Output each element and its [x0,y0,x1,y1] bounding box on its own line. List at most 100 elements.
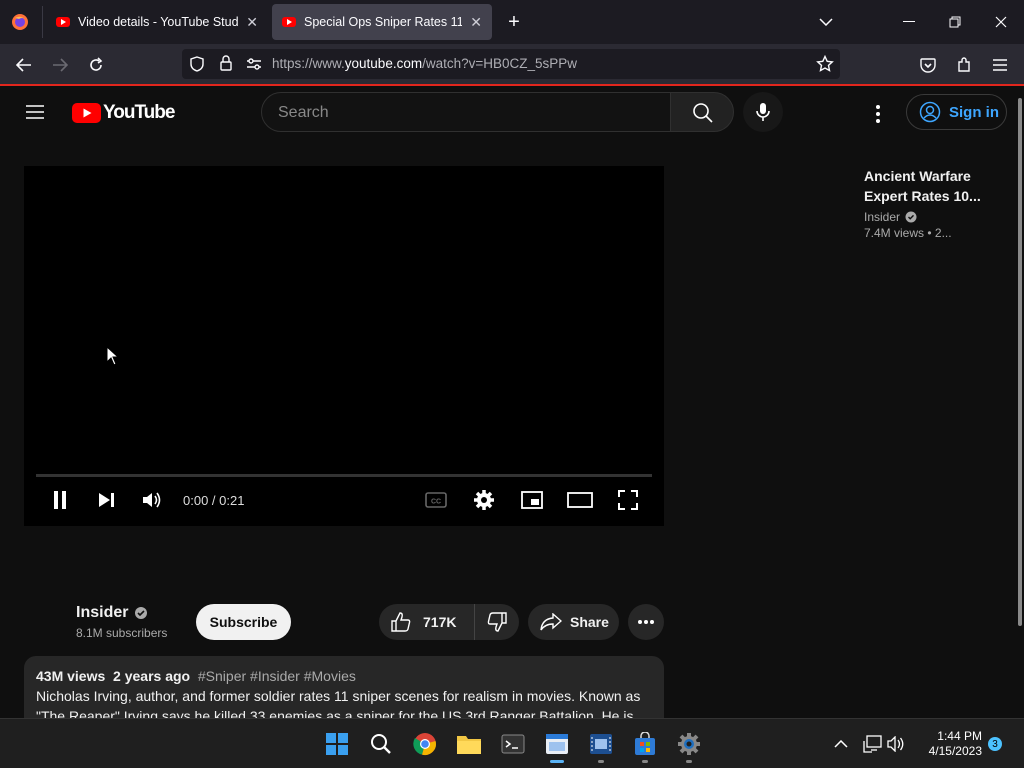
share-button[interactable]: Share [528,604,619,640]
terminal-app[interactable] [500,731,526,757]
progress-bar[interactable] [36,474,652,477]
description-box[interactable]: 43M views 2 years ago #Sniper #Insider #… [24,656,664,718]
tracking-shield-icon[interactable] [190,56,204,77]
forward-icon[interactable] [48,53,72,77]
clock-date: 4/15/2023 [928,744,982,758]
guide-menu-icon[interactable] [24,101,48,125]
thumbs-down-icon [487,612,507,632]
youtube-logo[interactable]: YouTube [72,102,175,124]
tab-divider [42,6,43,38]
related-channel-name: Insider [864,210,901,224]
restore-icon[interactable] [943,10,967,34]
next-button[interactable] [94,488,118,512]
subscribe-label: Subscribe [209,614,278,630]
related-video-title: Ancient Warfare Expert Rates 10... [864,168,981,204]
subscribe-button[interactable]: Subscribe [196,604,291,640]
bookmark-star-icon[interactable] [816,54,834,78]
account-icon [919,101,941,123]
running-app-indicator [686,760,692,763]
theater-mode-button[interactable] [566,488,594,512]
new-tab-icon[interactable]: + [502,10,526,34]
chrome-icon [413,733,436,755]
settings-more-icon[interactable] [866,102,890,126]
theater-mode-icon [567,492,593,508]
miniplayer-icon [521,491,543,509]
microphone-icon [756,103,770,121]
folder-icon [457,736,481,754]
tab-title: Video details - YouTube Studio [78,15,239,29]
file-explorer-app[interactable] [456,731,482,757]
search-button[interactable] [670,92,734,132]
related-channel-row: Insider [864,210,1004,224]
like-count: 717K [423,614,457,630]
miniplayer-button[interactable] [520,488,544,512]
search-icon [693,103,713,123]
tab-active-video[interactable]: Special Ops Sniper Rates 11 Sniper ✕ [272,4,492,40]
volume-tray-icon[interactable] [884,731,910,757]
store-app[interactable] [632,731,658,763]
gear-icon [678,733,700,755]
youtube-favicon-icon [56,17,70,27]
clock-time: 1:44 PM [937,729,982,743]
channel-name-link[interactable]: Insider [76,604,148,622]
subscriber-count: 8.1M subscribers [76,626,168,640]
browser-nav-bar: https://www.youtube.com/watch?v=HB0CZ_5s… [0,44,1024,86]
scrollbar-thumb[interactable] [1018,98,1022,626]
tab-close-icon[interactable]: ✕ [470,14,482,31]
video-editor-app[interactable] [588,731,614,763]
mute-button[interactable] [140,488,164,512]
like-button[interactable]: 717K [379,604,475,640]
start-button[interactable] [324,731,350,757]
pause-button[interactable] [48,488,72,512]
volume-icon [143,492,161,508]
upload-age: 2 years ago [113,668,191,684]
firefox-app-window[interactable] [544,731,570,763]
firefox-menu-icon[interactable] [8,10,32,34]
search-input[interactable]: Search [261,92,671,132]
tray-overflow-chevron-icon[interactable] [828,731,854,757]
taskbar-search-button[interactable] [368,731,394,757]
network-icon[interactable] [860,731,886,757]
more-actions-button[interactable] [628,604,664,640]
reload-icon[interactable] [84,53,108,77]
app-menu-icon[interactable] [988,53,1012,77]
page-scrollbar[interactable] [1016,88,1024,718]
verified-badge-icon [135,607,148,619]
system-clock[interactable]: 1:44 PM 4/15/2023 [912,729,982,759]
back-icon[interactable] [12,53,36,77]
extensions-icon[interactable] [952,53,976,77]
dislike-button[interactable] [475,604,519,640]
video-player[interactable]: 0:00 / 0:21 CC [24,166,664,526]
settings-button[interactable] [472,488,496,512]
sign-in-button[interactable]: Sign in [906,94,1007,130]
tab-list-chevron-icon[interactable] [814,10,838,34]
browser-tab-strip: Video details - YouTube Studio ✕ Special… [0,0,1024,44]
film-icon [590,734,612,754]
next-icon [99,493,114,507]
thumbs-up-icon [391,612,411,632]
verified-badge-icon [905,211,917,223]
permissions-icon[interactable] [246,57,262,76]
address-bar[interactable]: https://www.youtube.com/watch?v=HB0CZ_5s… [182,49,840,79]
related-video-item[interactable]: Ancient Warfare Expert Rates 10... Insid… [864,166,1004,240]
minimize-icon[interactable] [897,10,921,34]
like-dislike-group: 717K [379,604,519,640]
terminal-icon [501,734,525,754]
chrome-app[interactable] [412,731,438,757]
voice-search-button[interactable] [743,92,783,132]
close-window-icon[interactable] [989,10,1013,34]
url-text[interactable]: https://www.youtube.com/watch?v=HB0CZ_5s… [272,56,577,71]
hashtags[interactable]: #Sniper #Insider #Movies [198,668,356,684]
tab-video-details[interactable]: Video details - YouTube Studio ✕ [46,4,268,40]
notification-badge[interactable]: 3 [988,737,1002,751]
pocket-icon[interactable] [916,53,940,77]
tab-title: Special Ops Sniper Rates 11 Sniper [304,15,463,29]
tab-close-icon[interactable]: ✕ [246,14,258,31]
share-icon [540,613,562,631]
subtitles-button[interactable]: CC [424,488,448,512]
lock-icon[interactable] [219,55,233,76]
more-horizontal-icon [638,620,654,624]
fullscreen-button[interactable] [616,488,640,512]
settings-app[interactable] [676,731,702,763]
share-label: Share [570,614,609,630]
